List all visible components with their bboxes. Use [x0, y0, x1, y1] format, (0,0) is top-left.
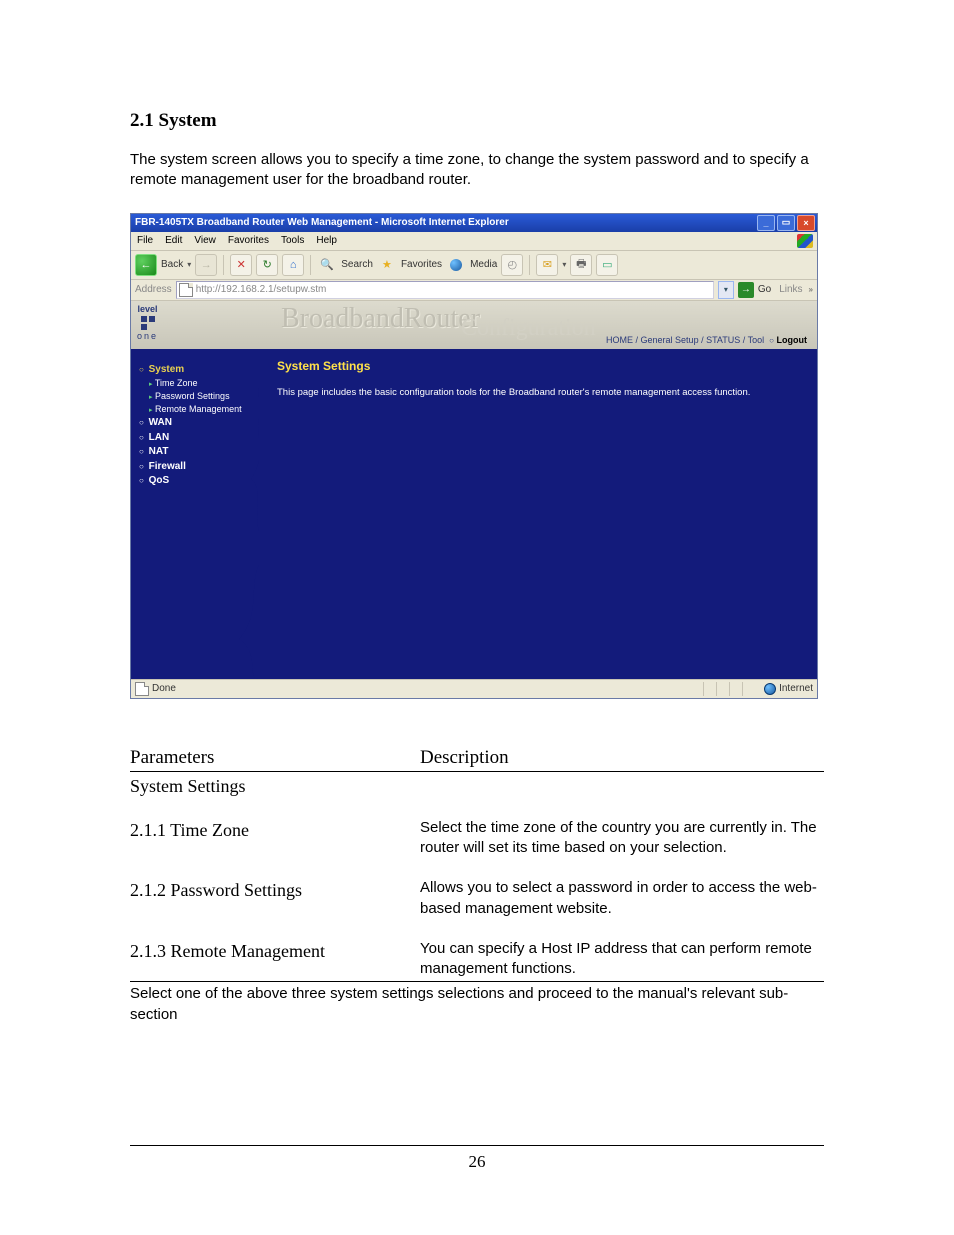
ie-status-bar: Done Internet [131, 679, 817, 698]
menu-bar: File Edit View Favorites Tools Help [131, 232, 817, 251]
close-icon[interactable]: × [797, 215, 815, 231]
breadcrumb: HOME / General Setup / STATUS / Tool ○ L… [606, 335, 807, 345]
links-label[interactable]: Links [779, 284, 802, 295]
row-remote-management-param: 2.1.3 Remote Management [130, 939, 420, 982]
row-password-settings-param: 2.1.2 Password Settings [130, 878, 420, 939]
window-title: FBR-1405TX Broadband Router Web Manageme… [135, 217, 509, 228]
banner-title: BroadbandRouter [281, 303, 480, 335]
col-description: Description [420, 747, 824, 772]
section-heading: 2.1 System [130, 110, 824, 132]
section-intro: The system screen allows you to specify … [130, 150, 824, 191]
sidebar: ○ System ▸ Time Zone ▸ Password Settings… [131, 349, 259, 679]
windows-flag-icon [797, 234, 813, 248]
page-number: 26 [130, 1152, 824, 1172]
address-dropdown-icon[interactable]: ▾ [718, 281, 734, 299]
history-icon[interactable]: ◴ [501, 254, 523, 276]
internet-zone-icon [764, 683, 776, 695]
discuss-icon[interactable]: ▭ [596, 254, 618, 276]
logo-text-top: level [138, 305, 158, 314]
logo-text-bottom: one [137, 332, 158, 341]
url-text: http://192.168.2.1/setupw.stm [196, 284, 327, 295]
sidebar-item-system[interactable]: ○ System [139, 363, 255, 378]
panel-description: This page includes the basic configurati… [277, 387, 799, 399]
url-input[interactable]: http://192.168.2.1/setupw.stm [176, 281, 714, 299]
toolbar: ← Back ▾ → ✕ ↻ ⌂ 🔍 Search ★ Favorites Me… [131, 251, 817, 280]
row-time-zone-desc: Select the time zone of the country you … [420, 818, 824, 879]
main-panel: System Settings This page includes the b… [259, 349, 817, 679]
back-button[interactable]: ← [135, 254, 157, 276]
back-label[interactable]: Back [161, 259, 183, 270]
logo-icon [141, 316, 155, 330]
mail-icon[interactable]: ✉ [536, 254, 558, 276]
sidebar-item-remote-management[interactable]: ▸ Remote Management [149, 403, 255, 416]
row-password-settings-desc: Allows you to select a password in order… [420, 878, 824, 939]
sidebar-item-wan[interactable]: ○ WAN [139, 416, 255, 431]
home-icon[interactable]: ⌂ [282, 254, 304, 276]
refresh-icon[interactable]: ↻ [256, 254, 278, 276]
status-zone: Internet [779, 683, 813, 694]
panel-heading: System Settings [277, 359, 799, 373]
banner-subtitle: Configuration [461, 315, 596, 342]
media-icon[interactable] [446, 255, 466, 275]
row-remote-management-desc: You can specify a Host IP address that c… [420, 939, 824, 982]
row-time-zone-param: 2.1.1 Time Zone [130, 818, 420, 879]
go-button[interactable]: → [738, 282, 754, 298]
crumb-general-setup[interactable]: General Setup [641, 335, 699, 345]
menu-view[interactable]: View [194, 235, 216, 246]
status-page-icon [135, 682, 149, 696]
stop-icon[interactable]: ✕ [230, 254, 252, 276]
screenshot-window: FBR-1405TX Broadband Router Web Manageme… [130, 213, 818, 699]
address-label: Address [135, 284, 172, 295]
menu-edit[interactable]: Edit [165, 235, 182, 246]
sidebar-item-nat[interactable]: ○ NAT [139, 445, 255, 460]
favorites-icon[interactable]: ★ [377, 255, 397, 275]
window-titlebar: FBR-1405TX Broadband Router Web Manageme… [131, 214, 817, 232]
col-parameters: Parameters [130, 747, 420, 772]
closing-note: Select one of the above three system set… [130, 984, 824, 1025]
search-icon[interactable]: 🔍 [317, 255, 337, 275]
page-icon [179, 283, 193, 297]
maximize-icon[interactable]: ▭ [777, 215, 795, 231]
sidebar-item-lan[interactable]: ○ LAN [139, 431, 255, 446]
parameters-table: Parameters Description System Settings 2… [130, 747, 824, 983]
crumb-tool[interactable]: Tool [748, 335, 765, 345]
menu-tools[interactable]: Tools [281, 235, 304, 246]
media-label[interactable]: Media [470, 259, 497, 270]
address-bar: Address http://192.168.2.1/setupw.stm ▾ … [131, 280, 817, 301]
sidebar-item-firewall[interactable]: ○ Firewall [139, 460, 255, 475]
menu-help[interactable]: Help [316, 235, 337, 246]
page-banner: level one BroadbandRouter Configuration … [131, 301, 817, 349]
crumb-status[interactable]: STATUS [706, 335, 740, 345]
minimize-icon[interactable]: _ [757, 215, 775, 231]
status-done: Done [152, 683, 176, 694]
row-system-settings: System Settings [130, 771, 420, 818]
forward-button[interactable]: → [195, 254, 217, 276]
go-label[interactable]: Go [758, 284, 771, 295]
content-area: ○ System ▸ Time Zone ▸ Password Settings… [131, 349, 817, 679]
menu-favorites[interactable]: Favorites [228, 235, 269, 246]
sidebar-item-qos[interactable]: ○ QoS [139, 474, 255, 489]
sidebar-item-time-zone[interactable]: ▸ Time Zone [149, 377, 255, 390]
logout-link[interactable]: Logout [777, 335, 808, 345]
print-icon[interactable]: 🖶 [570, 254, 592, 276]
menu-file[interactable]: File [137, 235, 153, 246]
favorites-label[interactable]: Favorites [401, 259, 442, 270]
sidebar-item-password-settings[interactable]: ▸ Password Settings [149, 390, 255, 403]
search-label[interactable]: Search [341, 259, 373, 270]
brand-logo: level one [137, 305, 158, 341]
crumb-home[interactable]: HOME [606, 335, 633, 345]
footer-rule [130, 1145, 824, 1146]
